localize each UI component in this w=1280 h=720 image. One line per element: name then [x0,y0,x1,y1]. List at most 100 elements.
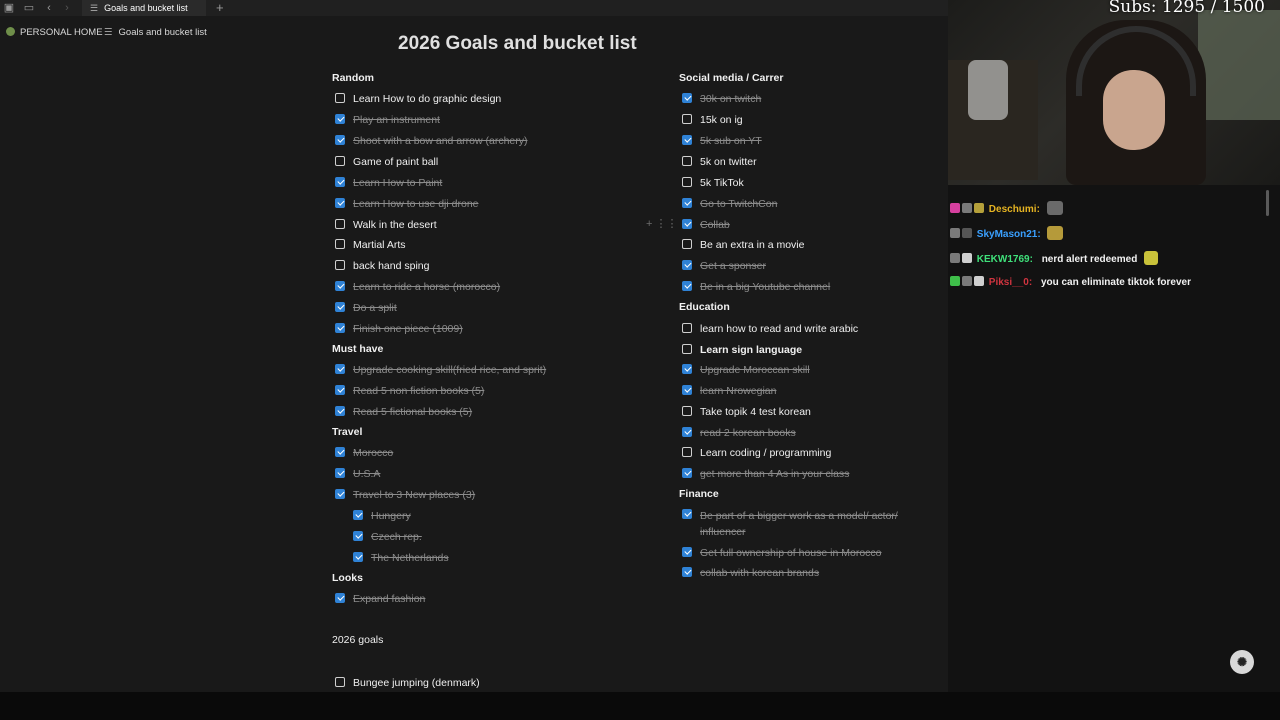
checkbox[interactable] [682,509,692,519]
todo-label: Learn coding / programming [700,447,832,459]
checkbox[interactable] [335,281,345,291]
checkbox[interactable] [682,219,692,229]
check-badge-icon [950,276,960,286]
sword-badge-icon [950,253,960,263]
skull-badge-icon [974,276,984,286]
checkbox[interactable] [335,406,345,416]
chat-scrollbar[interactable] [1266,190,1269,216]
sword-badge-icon [950,228,960,238]
checkbox[interactable] [682,114,692,124]
checkbox[interactable] [335,260,345,270]
chat-username[interactable]: KEKW1769: [977,254,1033,265]
checkbox[interactable] [335,93,345,103]
todo-label: Do a split [353,302,397,314]
todo-label: Get full ownership of house in Morocco [700,547,882,559]
todo-label: Bungee jumping (denmark) [353,677,480,689]
todo-label: Hungery [371,510,411,522]
subscriber-badge-icon [950,203,960,213]
checkbox[interactable] [335,447,345,457]
checkbox[interactable] [335,385,345,395]
checkbox[interactable] [335,114,345,124]
checkbox[interactable] [335,489,345,499]
checkbox[interactable] [682,547,692,557]
section-heading-must-have: Must have [332,343,384,355]
todo-label: Martial Arts [353,239,406,251]
todo-label: Take topik 4 test korean [700,406,811,418]
app-menu-icon[interactable]: ▣ [2,0,16,16]
todo-label: Learn to ride a horse (morocco) [353,281,501,293]
checkbox[interactable] [682,344,692,354]
checkbox[interactable] [682,468,692,478]
todo-label: The Netherlands [371,552,449,564]
checkbox[interactable] [682,93,692,103]
checkbox[interactable] [682,198,692,208]
checkbox[interactable] [682,260,692,270]
checkbox[interactable] [682,406,692,416]
browser-top-bar: ▣ ▭ ‹ › ☰ Goals and bucket list + [0,0,948,16]
checkbox[interactable] [335,593,345,603]
checkbox[interactable] [353,531,363,541]
page-title: 2026 Goals and bucket list [398,33,637,50]
checkbox[interactable] [353,552,363,562]
breadcrumb-page[interactable]: ☰ Goals and bucket list [104,24,207,42]
checkbox[interactable] [335,177,345,187]
checkbox[interactable] [335,364,345,374]
checkbox[interactable] [335,198,345,208]
checkbox[interactable] [682,281,692,291]
webcam-feed: Subs: 1295 / 1500 [948,0,1280,185]
checkbox[interactable] [682,385,692,395]
channel-logo-icon: ✺ [1230,650,1254,674]
cam-window [1198,10,1280,120]
plus-icon[interactable]: + [646,218,652,230]
todo-label: Read 5 fictional books (5) [353,406,473,418]
breadcrumb-home[interactable]: PERSONAL HOME [6,24,103,42]
checkbox[interactable] [682,447,692,457]
todo-label: learn how to read and write arabic [700,323,859,335]
chat-message: Piksi__0: you can eliminate tiktok forev… [950,274,1191,292]
emote-badge-icon [974,203,984,213]
list-icon: ☰ [90,3,99,13]
checkbox[interactable] [335,135,345,145]
drag-handle-icon[interactable]: ⋮⋮ [656,218,678,230]
forward-arrow-icon[interactable]: › [60,0,74,16]
checkbox[interactable] [682,427,692,437]
checkbox[interactable] [682,239,692,249]
checkbox[interactable] [335,239,345,249]
checkbox[interactable] [682,323,692,333]
todo-label: U.S.A [353,468,381,480]
todo-label: 15k on ig [700,114,743,126]
tab-goals-and-bucket-list[interactable]: ☰ Goals and bucket list [82,0,206,16]
checkbox[interactable] [682,135,692,145]
tab-title: Goals and bucket list [104,3,188,13]
todo-label: Game of paint ball [353,156,439,168]
list-icon: ☰ [104,27,113,38]
todo-label: Morocco [353,447,394,459]
todo-label: Learn How to use dji drone [353,198,479,210]
bottom-bar [0,692,1280,720]
checkbox[interactable] [682,364,692,374]
goals-2026-label: 2026 goals [332,634,384,646]
back-arrow-icon[interactable]: ‹ [42,0,56,16]
checkbox[interactable] [335,677,345,687]
todo-label: Play an instrument [353,114,440,126]
todo-label: read 2 korean books [700,427,796,439]
todo-label: 30k on twitch [700,93,762,105]
chat-username[interactable]: SkyMason21: [977,229,1041,240]
checkbox[interactable] [335,323,345,333]
checkbox[interactable] [335,219,345,229]
section-heading-finance: Finance [679,488,719,500]
checkbox[interactable] [335,156,345,166]
checkbox[interactable] [682,567,692,577]
chat-username[interactable]: Deschumi: [989,204,1040,215]
checkbox[interactable] [335,468,345,478]
todo-label: Upgrade cooking skill(fried rice, and sp… [353,364,547,376]
todo-label: back hand sping [353,260,430,272]
checkbox[interactable] [682,177,692,187]
checkbox[interactable] [682,156,692,166]
sidebar-toggle-icon[interactable]: ▭ [22,0,36,16]
new-tab-button[interactable]: + [216,0,224,16]
checkbox[interactable] [335,302,345,312]
checkbox[interactable] [353,510,363,520]
chat-username[interactable]: Piksi__0: [989,277,1032,288]
block-controls[interactable]: + ⋮⋮ [646,217,678,230]
